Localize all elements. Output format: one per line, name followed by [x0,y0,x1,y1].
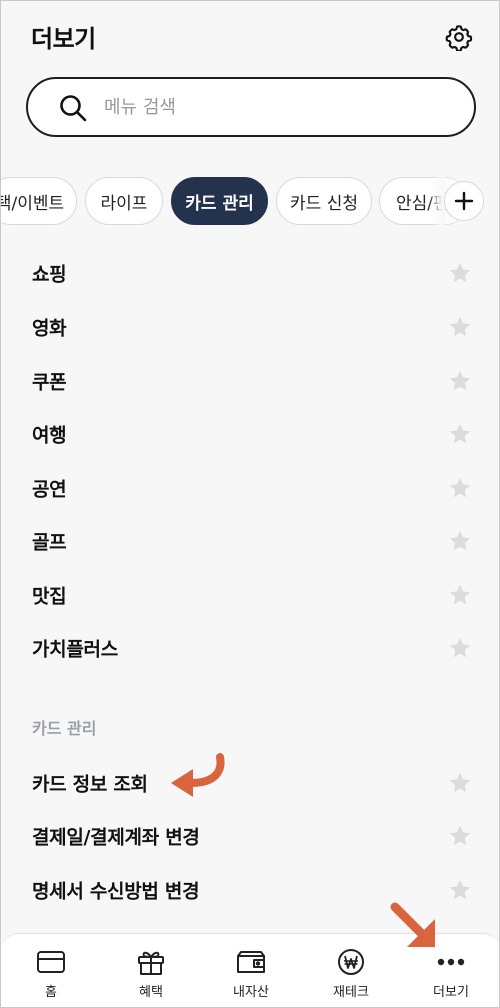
chip-card-application[interactable]: 카드 신청 [276,177,372,225]
chip-label: 라이프 [100,193,148,214]
tab-label: 홈 [45,985,57,1000]
menu-item-label: 명세서 수신방법 변경 [32,880,200,903]
chip-event[interactable]: 택/이벤트 [0,177,77,225]
search-bar[interactable] [26,77,476,137]
menu-item-label: 쇼핑 [32,263,67,286]
star-icon[interactable] [448,315,472,339]
tab-label: 내자산 [233,985,269,1000]
star-icon[interactable] [448,583,472,607]
search-icon [60,95,87,122]
menu-item-value-plus[interactable]: 가치플러스 [1,621,499,675]
annotation-arrow-icon [390,902,435,947]
tab-my-assets[interactable]: 내자산 [201,934,301,1007]
menu-item-payment-date-account[interactable]: 결제일/결제계좌 변경 [1,809,499,863]
menu-item-travel[interactable]: 여행 [1,407,499,461]
chip-label: 택/이벤트 [0,193,65,214]
tab-label: 더보기 [433,985,469,1000]
chip-card-management[interactable]: 카드 관리 [171,177,268,225]
menu-item-movie[interactable]: 영화 [1,300,499,354]
chip-label: 카드 관리 [185,193,254,214]
star-icon[interactable] [448,824,472,848]
star-icon[interactable] [448,422,472,446]
chip-life[interactable]: 라이프 [85,177,163,225]
star-icon[interactable] [448,476,472,500]
won-coin-icon [335,946,367,978]
search-input[interactable] [104,91,444,123]
star-icon[interactable] [448,261,472,285]
gear-icon [445,25,473,51]
header: 더보기 [1,1,499,71]
category-chips: 택/이벤트 라이프 카드 관리 카드 신청 안심/편 [0,177,499,225]
menu-item-performance[interactable]: 공연 [1,461,499,515]
menu-item-label: 가치플러스 [32,638,118,661]
tab-home[interactable]: 홈 [1,934,101,1007]
menu-item-label: 골프 [32,531,67,554]
menu-item-golf[interactable]: 골프 [1,514,499,568]
star-icon[interactable] [448,529,472,553]
star-icon[interactable] [448,878,472,902]
menu-item-label: 맛집 [32,585,67,608]
add-category-button[interactable] [444,181,484,221]
star-icon[interactable] [448,369,472,393]
tab-label: 재테크 [333,985,369,1000]
chip-scroll-fade [431,177,445,225]
menu-item-shopping[interactable]: 쇼핑 [1,246,499,300]
menu-item-label: 쿠폰 [32,371,67,394]
annotation-arrow-icon [171,753,225,797]
plus-icon [454,191,474,211]
gift-icon [135,946,167,978]
menu-item-label: 영화 [32,317,67,340]
app-screen: 더보기 택/이벤트 라이프 카드 관리 카드 신청 안심/편 [0,0,500,1008]
tab-investment[interactable]: 재테크 [301,934,401,1007]
star-icon[interactable] [448,771,472,795]
menu-item-label: 여행 [32,424,67,447]
star-icon[interactable] [448,636,472,660]
settings-button[interactable] [443,21,475,53]
menu-item-coupon[interactable]: 쿠폰 [1,354,499,408]
menu-item-restaurant[interactable]: 맛집 [1,568,499,622]
wallet-icon [235,946,267,978]
section-title-card-management: 카드 관리 [32,719,97,738]
card-icon [35,946,67,978]
tab-label: 혜택 [139,985,163,1000]
menu-item-card-info[interactable]: 카드 정보 조회 [1,756,499,810]
page-title: 더보기 [31,25,96,53]
menu-item-label: 카드 정보 조회 [32,773,148,796]
menu-item-label: 결제일/결제계좌 변경 [32,826,200,849]
chip-label: 카드 신청 [290,193,358,214]
tab-benefits[interactable]: 혜택 [101,934,201,1007]
menu-item-label: 공연 [32,478,67,501]
